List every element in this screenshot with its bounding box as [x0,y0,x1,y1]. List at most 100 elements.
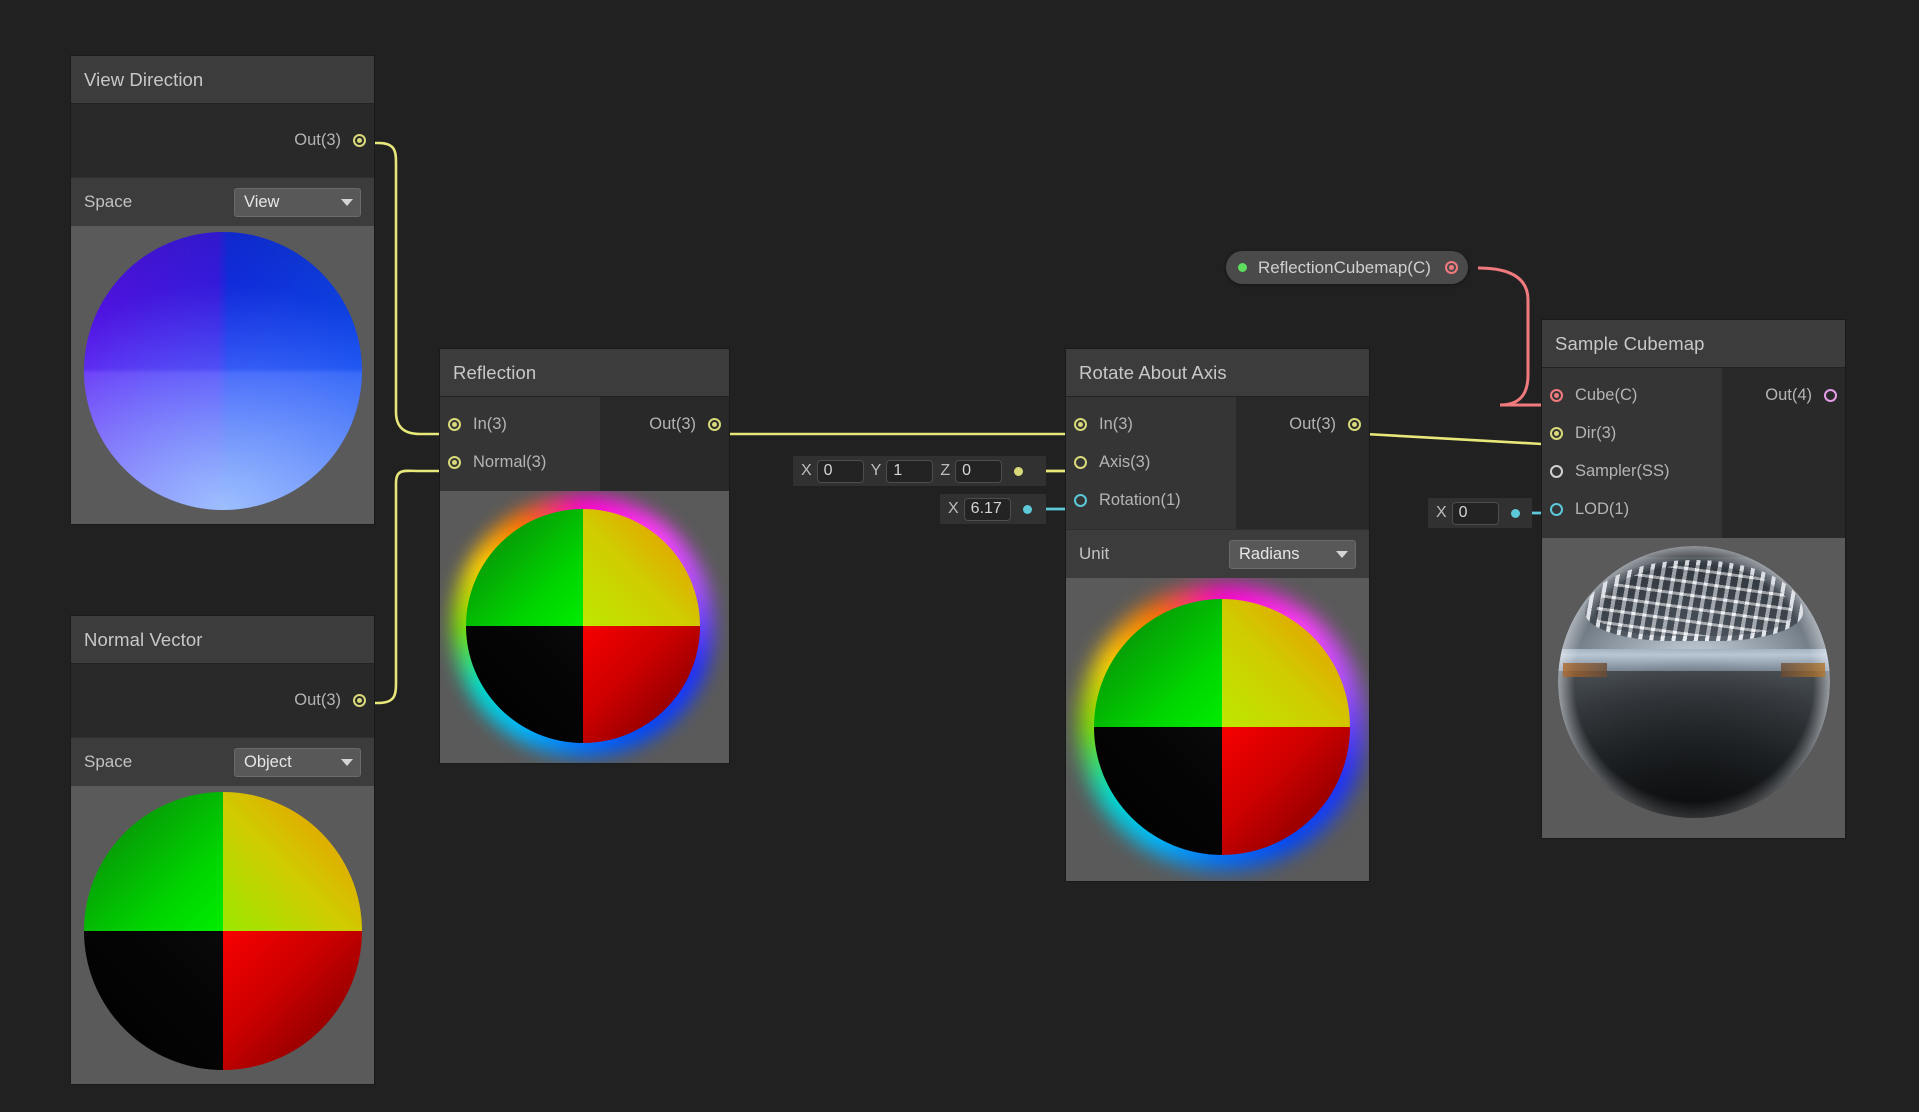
component-label-x: X [1436,504,1447,521]
component-label-x: X [948,500,959,517]
output-slot-vector3[interactable] [353,133,366,147]
rotation-x-field[interactable]: 6.17 [963,497,1011,521]
port-in-dir[interactable]: Dir(3) [1542,418,1722,448]
port-in-reflection-in[interactable]: In(3) [440,409,600,439]
port-out[interactable]: Out(3) [649,409,729,439]
chevron-down-icon [341,758,353,766]
rotation-component-x[interactable]: X 6.17 [948,497,1011,521]
node-preview-rotate-about-axis[interactable] [1066,578,1369,881]
property-unit[interactable]: Unit Radians [1066,529,1369,578]
axis-z-field[interactable]: 0 [955,459,1003,483]
input-slot-float[interactable] [1550,502,1563,516]
dropdown-value: Radians [1239,544,1300,563]
preview-sphere-shading [84,232,362,510]
input-slot-vector3[interactable] [1550,426,1563,440]
axis-component-z[interactable]: Z 0 [940,459,1003,483]
node-view-direction[interactable]: View Direction Out(3) Space View [71,56,374,524]
property-space[interactable]: Space Object [71,737,374,786]
node-reflection[interactable]: Reflection In(3) Normal(3) Out(3) [440,349,729,763]
property-label: Space [84,752,133,771]
output-slot-cubemap[interactable] [1444,261,1458,274]
outputs-column: Out(4) [1722,368,1845,538]
chevron-down-icon [1336,550,1348,558]
output-slot-vector4[interactable] [1824,388,1837,402]
input-slot-cubemap[interactable] [1550,388,1563,402]
node-sample-cubemap[interactable]: Sample Cubemap Cube(C) Dir(3) Sampler(SS… [1542,320,1845,838]
port-in-rotate-in[interactable]: In(3) [1066,409,1236,439]
node-title: Sample Cubemap [1542,320,1845,367]
axis-x-field[interactable]: 0 [816,459,864,483]
port-out[interactable]: Out(3) [294,125,374,155]
port-in-sampler[interactable]: Sampler(SS) [1542,456,1722,486]
port-label: Axis(3) [1099,452,1151,471]
space-dropdown[interactable]: Object [234,747,361,777]
shader-graph-canvas[interactable]: View Direction Out(3) Space View Normal … [0,0,1919,1112]
port-out[interactable]: Out(3) [1289,409,1369,439]
property-type-dot-icon [1238,263,1247,272]
input-slot-samplerstate[interactable] [1550,464,1563,478]
output-slot-vector3[interactable] [353,693,366,707]
lod-x-field[interactable]: 0 [1451,501,1499,525]
node-preview-sample-cubemap[interactable] [1542,538,1845,838]
preview-sphere [1094,599,1350,855]
port-label: Out(4) [1765,385,1812,404]
chevron-down-icon [341,198,353,206]
unit-dropdown[interactable]: Radians [1229,539,1356,569]
port-out[interactable]: Out(4) [1765,380,1845,410]
input-slot-vector3[interactable] [448,455,461,469]
preview-sphere [466,509,700,743]
port-in-rotate-rotation[interactable]: Rotation(1) [1066,485,1236,515]
node-preview-normal-vector[interactable] [71,786,374,1084]
node-title: Normal Vector [71,616,374,663]
dropdown-value: Object [244,752,292,771]
axis-component-x[interactable]: X 0 [801,459,864,483]
property-label: ReflectionCubemap(C) [1258,257,1431,277]
outputs-column: Out(3) [600,397,729,491]
property-node-reflection-cubemap[interactable]: ReflectionCubemap(C) [1226,251,1468,284]
port-label: Sampler(SS) [1575,461,1670,480]
port-label: Out(3) [649,414,696,433]
rotation-field-connector-nub[interactable] [1022,504,1032,514]
port-section: In(3) Axis(3) Rotation(1) Out(3) [1066,396,1369,529]
dropdown-value: View [244,192,280,211]
port-label: LOD(1) [1575,499,1630,518]
axis-component-y[interactable]: Y 1 [870,459,934,483]
component-label-y: Y [870,462,882,479]
preview-sphere [84,792,362,1070]
input-slot-vector3[interactable] [448,417,461,431]
node-preview-view-direction[interactable] [71,226,374,524]
port-section: Out(3) [71,103,374,177]
component-label-x: X [801,462,812,479]
space-dropdown[interactable]: View [234,187,361,217]
lod-input[interactable]: X 0 [1428,498,1532,528]
input-slot-float[interactable] [1074,493,1087,507]
port-label: Rotation(1) [1099,490,1181,509]
port-in-rotate-axis[interactable]: Axis(3) [1066,447,1236,477]
node-preview-reflection[interactable] [440,491,729,763]
inputs-column: In(3) Normal(3) [440,397,600,491]
axis-field-connector-nub[interactable] [1014,466,1024,476]
property-space[interactable]: Space View [71,177,374,226]
component-label-z: Z [940,462,951,479]
rotation-input[interactable]: X 6.17 [940,494,1046,524]
input-slot-vector3[interactable] [1074,417,1087,431]
preview-sphere [1558,546,1830,818]
lod-component-x[interactable]: X 0 [1436,501,1499,525]
port-out[interactable]: Out(3) [294,685,374,715]
axis-y-field[interactable]: 1 [886,459,934,483]
port-in-lod[interactable]: LOD(1) [1542,494,1722,524]
port-label: Out(3) [294,130,341,149]
port-label: Out(3) [1289,414,1336,433]
port-in-reflection-normal[interactable]: Normal(3) [440,447,600,477]
property-label: Unit [1079,544,1110,563]
node-title: View Direction [71,56,374,103]
port-in-cube[interactable]: Cube(C) [1542,380,1722,410]
output-slot-vector3[interactable] [708,417,721,431]
lod-field-connector-nub[interactable] [1510,508,1520,518]
output-slot-vector3[interactable] [1348,417,1361,431]
node-normal-vector[interactable]: Normal Vector Out(3) Space Object [71,616,374,1084]
port-label: In(3) [473,414,507,433]
axis-vector-input[interactable]: X 0 Y 1 Z 0 [793,456,1046,486]
node-rotate-about-axis[interactable]: Rotate About Axis In(3) Axis(3) Rotation… [1066,349,1369,881]
input-slot-vector3[interactable] [1074,455,1087,469]
